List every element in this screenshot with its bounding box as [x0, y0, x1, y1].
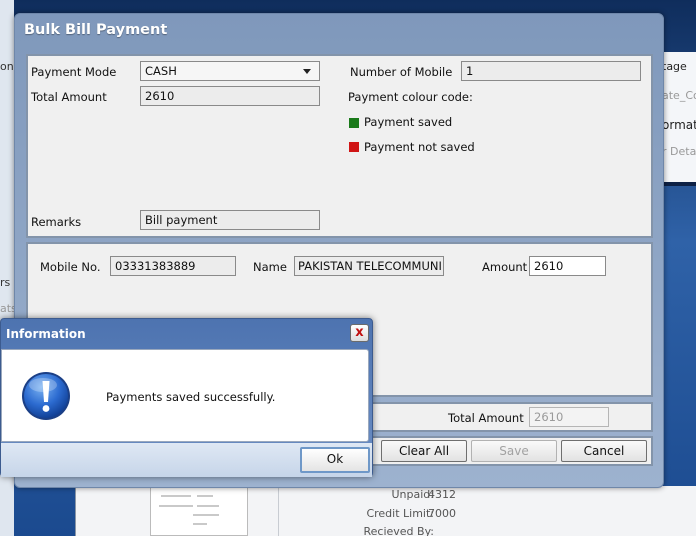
credit-limit-label: Credit Limit: [366, 507, 434, 520]
saved-legend: Payment saved [364, 115, 453, 129]
dialog-title: Bulk Bill Payment [24, 22, 168, 38]
received-by-label: Recieved By: [363, 525, 434, 536]
name-label: Name [253, 260, 287, 274]
background-left-text: on [0, 60, 14, 73]
chevron-down-icon [303, 69, 311, 74]
mobile-no-field[interactable]: 03331383889 [110, 256, 236, 276]
information-title: Information [6, 327, 86, 341]
name-field[interactable]: PAKISTAN TELECOMMUNI [294, 256, 444, 276]
unpaid-value: 4312 [428, 488, 456, 501]
unpaid-label: Unpaid: [391, 488, 435, 501]
exclamation-icon [22, 372, 70, 420]
background-panel-divider [278, 486, 279, 536]
cancel-button[interactable]: Cancel [561, 440, 647, 462]
remarks-field[interactable]: Bill payment [140, 210, 320, 230]
number-of-mobile-field[interactable]: 1 [461, 61, 641, 81]
total-panel: Total Amount 2610 [371, 402, 653, 432]
total-amount-field[interactable]: 2610 [140, 86, 320, 106]
saved-swatch [349, 118, 359, 128]
background-right-text: r Deta [662, 145, 696, 158]
background-left-text: rs [0, 276, 11, 289]
information-message: Payments saved successfully. [106, 390, 276, 404]
background-right-text: tage [662, 60, 687, 73]
background-right-text: ormati [662, 118, 696, 132]
total-amount-label: Total Amount [31, 90, 107, 104]
footer-total-amount-label: Total Amount [448, 411, 524, 425]
footer-total-amount-field[interactable]: 2610 [529, 407, 609, 427]
remarks-label: Remarks [31, 215, 82, 229]
amount-field[interactable]: 2610 [529, 256, 606, 276]
payment-summary-panel: Payment Mode CASH Total Amount 2610 Numb… [26, 54, 653, 238]
payment-mode-label: Payment Mode [31, 65, 117, 79]
colour-code-label: Payment colour code: [348, 90, 473, 104]
information-dialog: Information x Payments saved successfull… [0, 318, 373, 477]
number-of-mobile-label: Number of Mobile [350, 65, 453, 79]
information-body: Payments saved successfully. [1, 349, 369, 442]
credit-limit-value: 7000 [428, 507, 456, 520]
ok-button[interactable]: Ok [300, 447, 370, 473]
background-right-text: ate_Co [662, 89, 696, 102]
not-saved-legend: Payment not saved [364, 140, 475, 154]
close-button[interactable]: x [350, 324, 369, 342]
close-icon: x [355, 325, 364, 340]
save-button[interactable]: Save [471, 440, 557, 462]
document-thumbnail [150, 486, 248, 536]
action-buttons-panel: Clear All Save Cancel [371, 436, 653, 466]
payment-mode-select[interactable]: CASH [140, 61, 320, 81]
mobile-no-label: Mobile No. [40, 260, 101, 274]
payment-mode-value: CASH [145, 64, 177, 78]
clear-all-button[interactable]: Clear All [381, 440, 467, 462]
amount-label: Amount [482, 260, 528, 274]
not-saved-swatch [349, 142, 359, 152]
